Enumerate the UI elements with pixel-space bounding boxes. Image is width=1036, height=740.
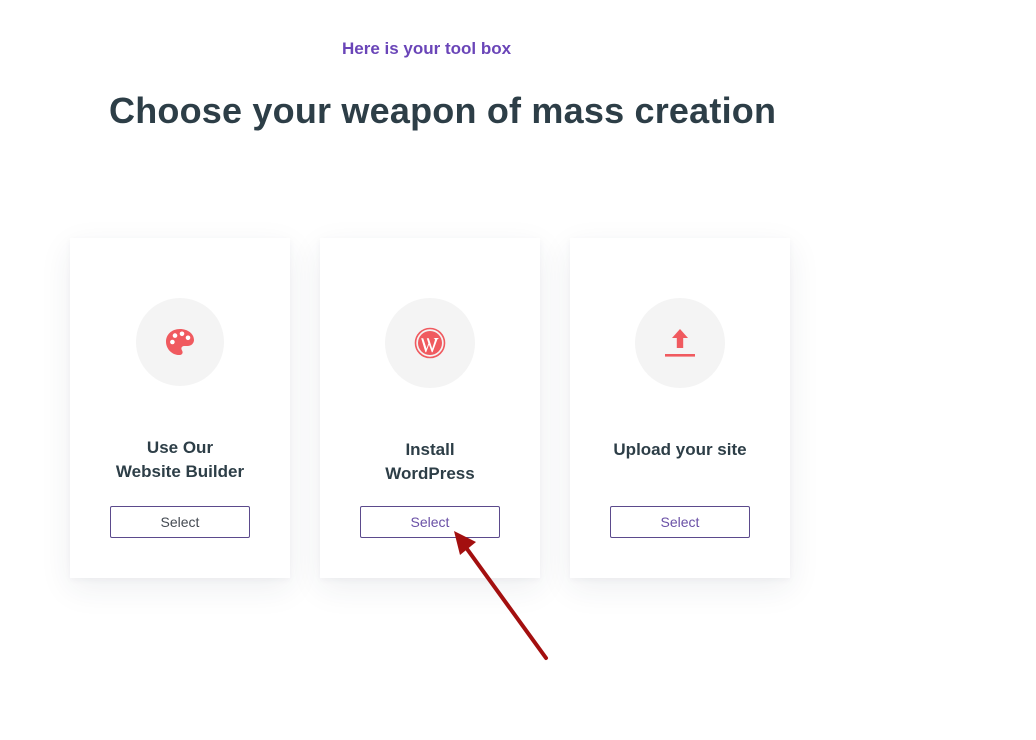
upload-icon (665, 329, 695, 357)
card-title-line: Website Builder (115, 462, 245, 481)
card-title: Upload your site (570, 438, 790, 462)
card-title-line: Use Our (146, 438, 214, 457)
card-title: Use Our Website Builder (70, 436, 290, 484)
card-title-line: WordPress (385, 464, 475, 483)
upload-icon-circle (635, 298, 725, 388)
wordpress-icon (414, 327, 446, 359)
palette-icon-circle (136, 298, 224, 386)
palette-icon (166, 329, 194, 355)
page-title: Choose your weapon of mass creation (109, 90, 777, 131)
card-title: Install WordPress (320, 438, 540, 486)
select-website-builder-button[interactable]: Select (110, 506, 250, 538)
upload-site-card[interactable]: Upload your site Select (570, 238, 790, 578)
select-upload-site-button[interactable]: Select (610, 506, 750, 538)
website-builder-card[interactable]: Use Our Website Builder Select (70, 238, 290, 578)
annotation-arrow-icon (454, 531, 548, 660)
card-title-line: Install (405, 440, 455, 459)
eyebrow-text: Here is your tool box (342, 39, 512, 58)
card-title-line: Upload your site (613, 440, 747, 459)
wordpress-icon-circle (385, 298, 475, 388)
